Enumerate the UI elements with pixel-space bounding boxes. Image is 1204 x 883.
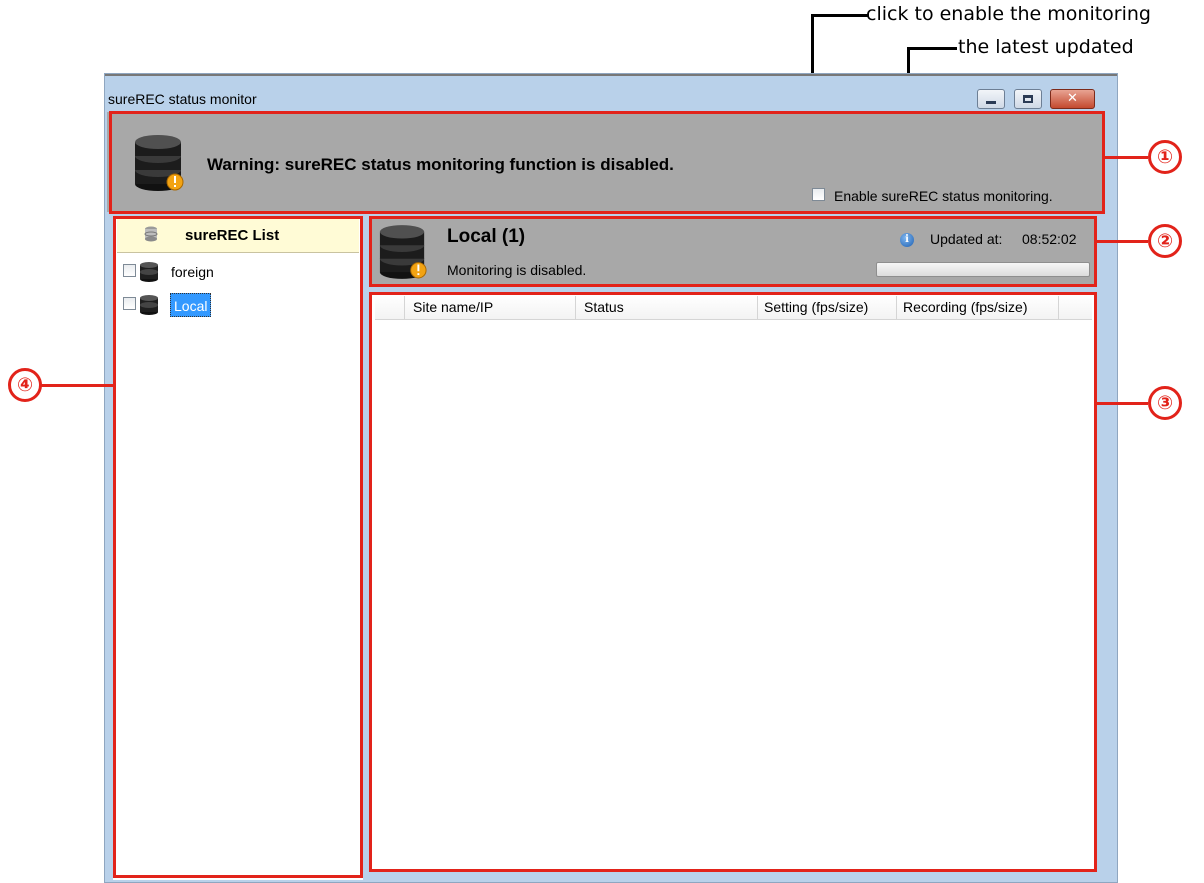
close-button[interactable]: ✕ [1050,89,1095,109]
minimize-button[interactable] [977,89,1005,109]
annotation-box-1 [109,111,1105,214]
close-icon: ✕ [1067,91,1078,106]
marker-3: ③ [1148,386,1182,420]
maximize-button[interactable] [1014,89,1042,109]
marker-1: ① [1148,140,1182,174]
minimize-icon [986,101,996,104]
annotation-enable-hint: click to enable the monitoring [866,3,1151,25]
maximize-icon [1023,95,1033,103]
marker-4: ④ [8,368,42,402]
annotation-box-3 [369,292,1097,872]
window-title: sureREC status monitor [108,91,257,107]
marker-2: ② [1148,224,1182,258]
annotation-updated-hint: the latest updated [958,36,1134,58]
annotation-box-2 [369,216,1097,287]
annotation-box-4 [113,216,363,878]
